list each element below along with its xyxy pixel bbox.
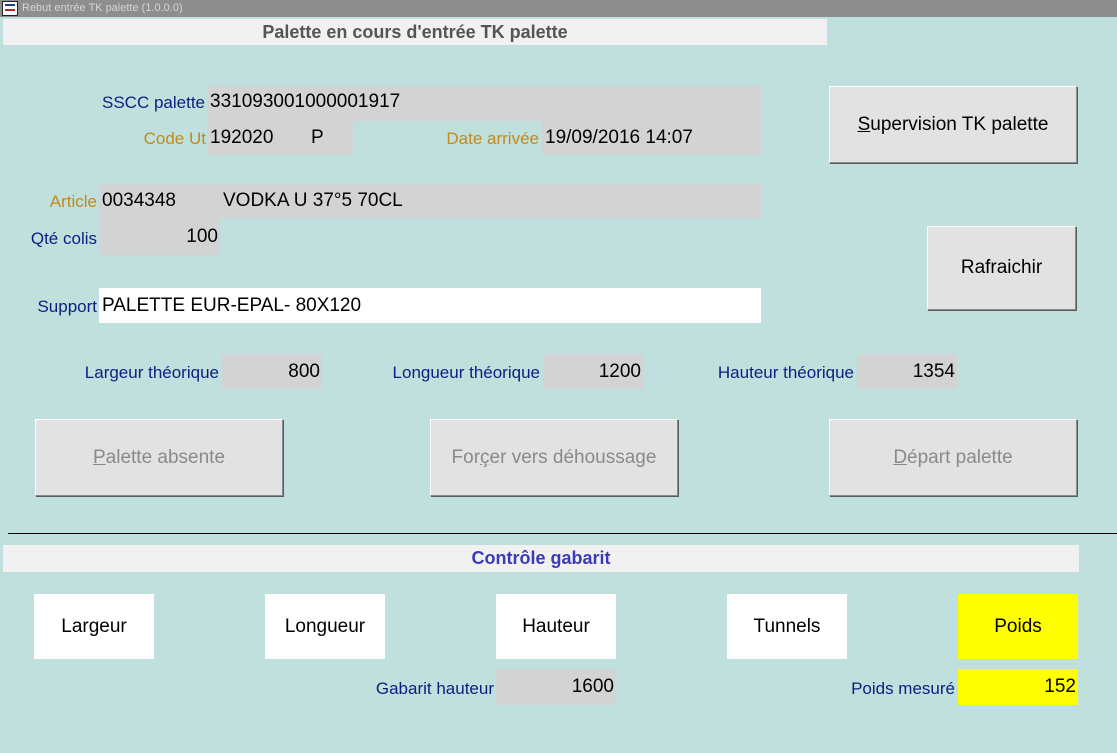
largeur-theorique-label: Largeur théorique [84, 363, 219, 382]
date-arrivee-label: Date arrivée [446, 129, 539, 148]
hauteur-theorique-label: Hauteur théorique [717, 363, 854, 382]
window-title: Rebut entrée TK palette (1.0.0.0) [22, 2, 183, 14]
section-title: Contrôle gabarit [471, 548, 611, 568]
rafraichir-button[interactable]: Rafraichir [927, 226, 1076, 310]
support-label: Support [37, 297, 97, 316]
gabarit-hauteur-label: Gabarit hauteur [375, 679, 494, 698]
supervision-tk-palette-button[interactable]: Supervision TK palette [829, 86, 1077, 163]
control-poids: Poids [958, 594, 1078, 659]
sscc-label: SSCC palette [102, 93, 205, 112]
poids-mesure-label: Poids mesuré [851, 679, 955, 698]
window-titlebar: Rebut entrée TK palette (1.0.0.0) [0, 0, 1117, 17]
article-description: VODKA U 37°5 70CL [223, 190, 403, 211]
date-arrivee-value: 19/09/2016 14:07 [545, 127, 693, 148]
gabarit-hauteur-value: 1600 [496, 669, 616, 705]
qte-colis-value: 100 [186, 226, 218, 247]
code-ut-label: Code Ut [143, 129, 206, 148]
largeur-theorique-value: 800 [222, 354, 322, 389]
poids-mesure-value: 152 [958, 669, 1078, 705]
section-title: Palette en cours d'entrée TK palette [262, 22, 568, 42]
section-separator [8, 533, 1117, 534]
code-ut-suffix: P [311, 127, 324, 148]
forcer-button-label: Forçer vers déhoussage [451, 446, 657, 468]
control-hauteur: Hauteur [496, 594, 616, 659]
sscc-value: 331093001000001917 [210, 91, 401, 112]
depart-palette-label: Départ palette [893, 446, 1013, 468]
section-header-controle: Contrôle gabarit [3, 545, 1079, 572]
qte-colis-label: Qté colis [30, 229, 97, 248]
longueur-theorique-value: 1200 [543, 354, 643, 389]
article-code: 0034348 [102, 190, 176, 211]
control-longueur: Longueur [265, 594, 385, 659]
control-largeur: Largeur [34, 594, 154, 659]
code-ut-value: 192020 [210, 127, 274, 148]
palette-absente-label: Palette absente [92, 446, 226, 468]
control-tunnels: Tunnels [727, 594, 847, 659]
hauteur-theorique-value: 1354 [857, 354, 957, 389]
app-icon [2, 1, 18, 16]
article-label: Article [49, 192, 97, 211]
forcer-vers-dehoussage-button[interactable]: Forçer vers déhoussage [430, 419, 678, 496]
palette-absente-button[interactable]: Palette absente [35, 419, 283, 496]
support-field: PALETTE EUR-EPAL- 80X120 [99, 288, 761, 323]
article-field-bg [99, 184, 761, 218]
longueur-theorique-label: Longueur théorique [392, 363, 540, 382]
section-header-palette: Palette en cours d'entrée TK palette [3, 19, 827, 45]
rafraichir-button-label: Rafraichir [960, 257, 1043, 278]
depart-palette-button[interactable]: Départ palette [829, 419, 1077, 496]
supervision-button-label: Supervision TK palette [857, 113, 1049, 135]
